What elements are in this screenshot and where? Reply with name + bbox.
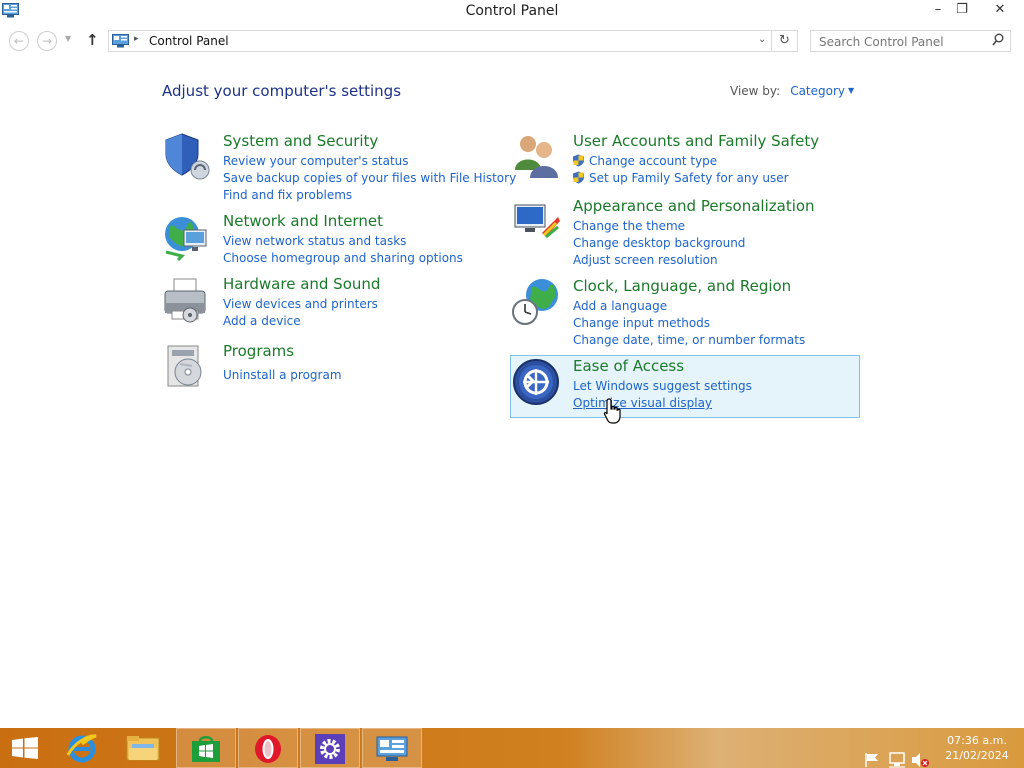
- address-dropdown-icon[interactable]: ⌄: [758, 34, 766, 45]
- link-change-account-type[interactable]: Change account type: [572, 153, 789, 170]
- link-review-status[interactable]: Review your computer's status: [223, 153, 516, 170]
- opera-icon: [255, 735, 281, 763]
- action-center-flag-icon[interactable]: [864, 740, 882, 768]
- link-optimize-visual-display[interactable]: Optimize visual display: [573, 395, 752, 412]
- control-panel-icon: [376, 736, 408, 761]
- settings-gear-icon: [315, 734, 345, 764]
- title-bar: Control Panel – ❐ ✕: [0, 0, 1024, 24]
- users-icon[interactable]: [512, 132, 562, 182]
- taskbar-control-panel[interactable]: [362, 728, 422, 768]
- link-label[interactable]: Set up Family Safety for any user: [589, 171, 789, 185]
- link-label[interactable]: Change account type: [589, 154, 717, 168]
- category-title[interactable]: Ease of Access: [573, 357, 684, 375]
- category-title[interactable]: Programs: [223, 342, 294, 360]
- link-desktop-background[interactable]: Change desktop background: [573, 235, 745, 252]
- clock-globe-icon[interactable]: [512, 277, 562, 327]
- close-button[interactable]: ✕: [982, 0, 1018, 22]
- monitor-paint-icon[interactable]: [512, 197, 562, 247]
- address-toolbar: ← → ▼ ↑ ▸ Control Panel ⌄ ↻ Search Contr…: [0, 28, 1024, 54]
- link-uninstall-program[interactable]: Uninstall a program: [223, 367, 342, 384]
- search-icon[interactable]: [992, 33, 1004, 50]
- link-add-device[interactable]: Add a device: [223, 313, 378, 330]
- link-date-time-formats[interactable]: Change date, time, or number formats: [573, 332, 805, 349]
- recent-locations-chevron-icon[interactable]: ▼: [65, 34, 71, 43]
- link-homegroup[interactable]: Choose homegroup and sharing options: [223, 250, 463, 267]
- breadcrumb-arrow-icon[interactable]: ▸: [134, 34, 139, 44]
- search-placeholder: Search Control Panel: [819, 35, 944, 49]
- taskbar-file-explorer[interactable]: [114, 728, 174, 768]
- ease-of-access-icon[interactable]: [512, 357, 562, 407]
- category-title[interactable]: Network and Internet: [223, 212, 383, 230]
- programs-disc-icon[interactable]: [162, 342, 212, 392]
- start-button[interactable]: [0, 728, 60, 768]
- view-by-label: View by:: [730, 84, 781, 98]
- link-input-methods[interactable]: Change input methods: [573, 315, 805, 332]
- control-panel-icon: [112, 34, 129, 48]
- taskbar-opera[interactable]: [238, 728, 298, 768]
- volume-muted-icon[interactable]: [910, 740, 930, 768]
- back-button[interactable]: ←: [9, 31, 29, 51]
- network-globe-icon[interactable]: [162, 212, 212, 262]
- printer-icon[interactable]: [162, 275, 212, 325]
- store-icon: [192, 736, 220, 762]
- link-network-status[interactable]: View network status and tasks: [223, 233, 463, 250]
- file-explorer-icon: [126, 736, 160, 761]
- clock-date: 21/02/2024: [945, 749, 1009, 762]
- network-icon[interactable]: [888, 740, 906, 768]
- view-by-control: View by: Category ▼: [730, 84, 854, 98]
- taskbar-internet-explorer[interactable]: [52, 728, 112, 768]
- taskbar-settings[interactable]: [300, 728, 360, 768]
- link-devices-printers[interactable]: View devices and printers: [223, 296, 378, 313]
- page-title: Adjust your computer's settings: [162, 82, 402, 100]
- link-suggest-settings[interactable]: Let Windows suggest settings: [573, 378, 752, 395]
- up-button[interactable]: ↑: [86, 31, 99, 49]
- taskbar-store[interactable]: [176, 728, 236, 768]
- search-input[interactable]: Search Control Panel: [810, 30, 1011, 52]
- shield-icon[interactable]: [162, 132, 212, 182]
- restore-button[interactable]: ❐: [948, 0, 976, 22]
- view-by-caret-icon[interactable]: ▼: [848, 86, 854, 95]
- breadcrumb[interactable]: Control Panel: [149, 34, 229, 48]
- category-title[interactable]: User Accounts and Family Safety: [573, 132, 819, 150]
- refresh-button[interactable]: ↻: [772, 30, 798, 52]
- link-add-language[interactable]: Add a language: [573, 298, 805, 315]
- address-bar[interactable]: ▸ Control Panel ⌄: [108, 30, 772, 52]
- link-change-theme[interactable]: Change the theme: [573, 218, 745, 235]
- internet-explorer-icon: [66, 734, 97, 763]
- link-family-safety[interactable]: Set up Family Safety for any user: [572, 170, 789, 187]
- view-by-dropdown[interactable]: Category: [790, 84, 845, 98]
- category-title[interactable]: Clock, Language, and Region: [573, 277, 791, 295]
- uac-shield-icon: [573, 171, 584, 184]
- window-title: Control Panel: [465, 3, 559, 19]
- start-icon[interactable]: [12, 737, 38, 759]
- taskbar: 07:36 a.m. 21/02/2024: [0, 728, 1024, 768]
- link-file-history[interactable]: Save backup copies of your files with Fi…: [223, 170, 516, 187]
- category-title[interactable]: System and Security: [223, 132, 378, 150]
- clock-time: 07:36 a.m.: [947, 734, 1007, 747]
- uac-shield-icon: [573, 154, 584, 167]
- link-screen-resolution[interactable]: Adjust screen resolution: [573, 252, 745, 269]
- category-title[interactable]: Appearance and Personalization: [573, 197, 815, 215]
- hand-cursor-icon: [603, 398, 621, 424]
- link-find-fix-problems[interactable]: Find and fix problems: [223, 187, 516, 204]
- forward-button[interactable]: →: [37, 31, 57, 51]
- system-clock[interactable]: 07:36 a.m. 21/02/2024: [938, 733, 1016, 763]
- category-title[interactable]: Hardware and Sound: [223, 275, 380, 293]
